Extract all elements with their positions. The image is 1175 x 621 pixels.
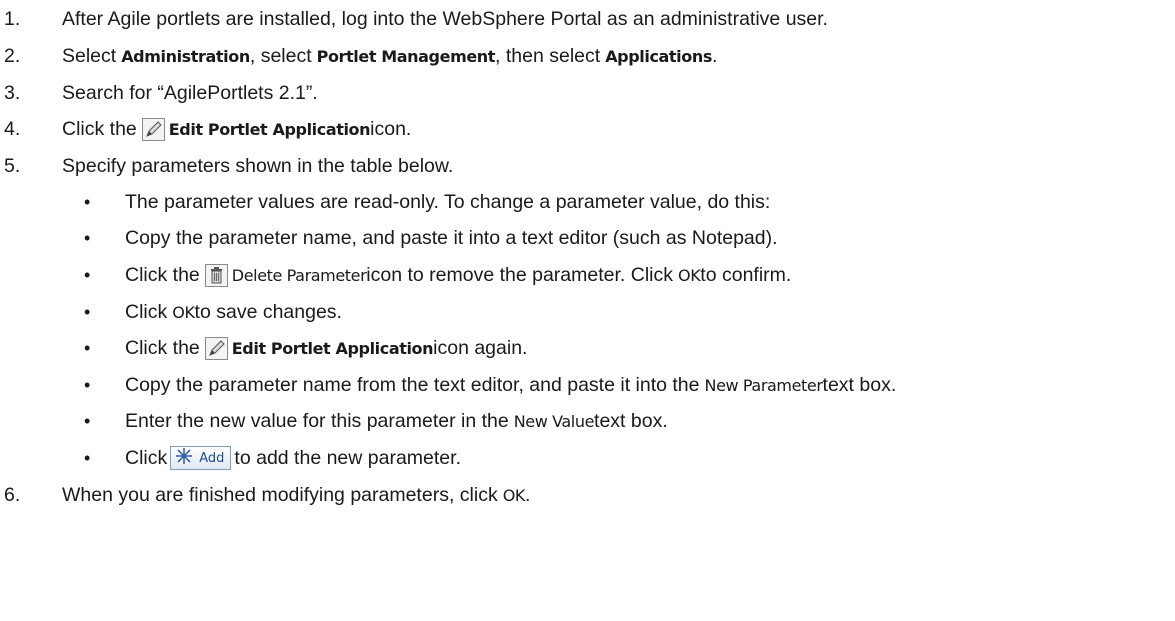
text-run: Enter the new value for this parameter i… — [125, 409, 509, 432]
step-number: 5. — [4, 154, 21, 177]
text-run: Click the — [125, 263, 200, 286]
step-text: Specify parameters shown in the table be… — [62, 154, 454, 177]
ui-term-portlet-management: Portlet Management — [316, 46, 496, 66]
text-run: Click — [125, 300, 168, 323]
ui-term-ok: OK — [678, 265, 701, 285]
text-run: Click the — [62, 117, 137, 140]
document-page: 1. After Agile portlets are installed, l… — [0, 0, 1175, 621]
bullet-text: Enter the new value for this parameter i… — [125, 410, 668, 433]
step-text: After Agile portlets are installed, log … — [62, 7, 828, 30]
text-run: Select — [62, 44, 117, 67]
add-button-label: Add — [199, 450, 225, 466]
bullet-text: Copy the parameter name from the text ed… — [125, 374, 896, 397]
bullet-marker: • — [84, 374, 91, 395]
step-text: Select Administration , select Portlet M… — [62, 45, 717, 68]
ui-term-applications: Applications — [605, 46, 712, 66]
trash-icon — [204, 263, 228, 287]
text-run: icon. — [370, 117, 412, 140]
bullet-marker: • — [84, 301, 91, 322]
text-run: to save changes. — [194, 300, 342, 323]
text-run: Click the — [125, 336, 200, 359]
bullet-text: Click the Delete Parameter icon to remov… — [125, 263, 792, 287]
text-run: , select — [249, 44, 312, 67]
ui-term-ok: OK — [172, 302, 195, 322]
bullet-text: Copy the parameter name, and paste it in… — [125, 226, 778, 249]
bullet-text: Click Add to add the new parameter. — [125, 446, 461, 470]
step-number: 6. — [4, 483, 21, 506]
ui-term-ok: OK — [502, 485, 526, 505]
step-number: 4. — [4, 117, 21, 140]
text-run: . — [525, 483, 531, 506]
step-number: 1. — [4, 7, 21, 30]
text-run: Click — [125, 446, 168, 469]
text-run: . — [711, 44, 718, 67]
bullet-text: Click the Edit Portlet Application icon … — [125, 336, 528, 360]
ui-term-edit-portlet-application: Edit Portlet Application — [168, 119, 371, 139]
bullet-marker: • — [84, 227, 91, 248]
bullet-marker: • — [84, 191, 91, 212]
bullet-marker: • — [84, 447, 91, 468]
text-run: When you are finished modifying paramete… — [62, 483, 498, 506]
ui-term-new-value: New Value — [513, 411, 595, 431]
asterisk-star-icon — [175, 447, 193, 469]
text-run: text box. — [822, 373, 897, 396]
step-text: Click the Edit Portlet Application icon. — [62, 117, 412, 141]
ui-term-administration: Administration — [121, 46, 250, 66]
text-run: , then select — [495, 44, 601, 67]
text-run: icon again. — [433, 336, 528, 359]
ui-term-new-parameter: New Parameter — [704, 375, 823, 395]
text-run: text box. — [594, 409, 668, 432]
text-run: to add the new parameter. — [234, 446, 461, 469]
bullet-marker: • — [84, 337, 91, 358]
text-run: Copy the parameter name from the text ed… — [125, 373, 700, 396]
step-number: 3. — [4, 81, 21, 104]
bullet-text: Click OK to save changes. — [125, 301, 342, 324]
bullet-marker: • — [84, 410, 91, 431]
pencil-icon — [141, 117, 165, 141]
pencil-icon — [204, 336, 228, 360]
text-run: to confirm. — [700, 263, 792, 286]
step-text: Search for “AgilePortlets 2.1”. — [62, 81, 318, 104]
ui-term-delete-parameter: Delete Parameter — [231, 265, 367, 285]
add-button[interactable]: Add — [170, 446, 232, 470]
text-run: icon to remove the parameter. Click — [366, 263, 673, 286]
bullet-marker: • — [84, 264, 91, 285]
bullet-text: The parameter values are read-only. To c… — [125, 190, 771, 213]
step-text: When you are finished modifying paramete… — [62, 484, 530, 507]
step-number: 2. — [4, 44, 21, 67]
ui-term-edit-portlet-application: Edit Portlet Application — [231, 338, 434, 358]
